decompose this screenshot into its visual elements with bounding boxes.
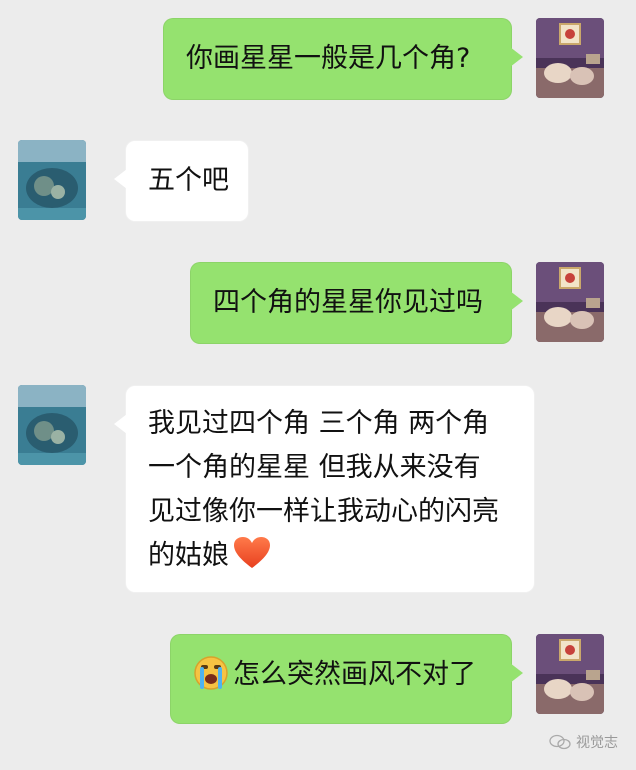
incoming-message-bubble[interactable]: 五个吧	[114, 140, 249, 222]
message-text-line: 我见过四个角 三个角 两个角	[148, 408, 490, 439]
crying-face-icon	[194, 656, 228, 690]
watermark-text: 视觉志	[576, 735, 618, 751]
outgoing-message-bubble[interactable]: 四个角的星星你见过吗	[190, 262, 523, 344]
message-text: 五个吧	[148, 165, 229, 196]
message-text: 四个角的星星你见过吗	[213, 287, 483, 318]
incoming-message-bubble[interactable]: 我见过四个角 三个角 两个角 一个角的星星 但我从来没有 见过像你一样让我动心的…	[114, 385, 535, 593]
avatar-image	[536, 18, 604, 98]
my-avatar[interactable]	[536, 18, 604, 98]
avatar-image	[536, 634, 604, 714]
contact-avatar[interactable]	[18, 385, 86, 465]
wechat-official-account-icon	[549, 734, 571, 750]
contact-avatar[interactable]	[18, 140, 86, 220]
watermark: 视觉志	[549, 732, 618, 752]
avatar-image	[18, 140, 86, 220]
message-text: 你画星星一般是几个角?	[186, 43, 471, 74]
message-text: 怎么突然画风不对了	[233, 659, 476, 690]
avatar-image	[18, 385, 86, 465]
my-avatar[interactable]	[536, 262, 604, 342]
message-text-line: 见过像你一样让我动心的闪亮	[148, 496, 499, 527]
outgoing-message-bubble[interactable]: 怎么突然画风不对了	[170, 634, 523, 724]
message-text-line: 一个角的星星 但我从来没有	[148, 452, 481, 483]
heart-icon	[234, 537, 270, 568]
avatar-image	[536, 262, 604, 342]
my-avatar[interactable]	[536, 634, 604, 714]
message-text-line: 的姑娘	[148, 540, 229, 571]
outgoing-message-bubble[interactable]: 你画星星一般是几个角?	[163, 18, 523, 100]
